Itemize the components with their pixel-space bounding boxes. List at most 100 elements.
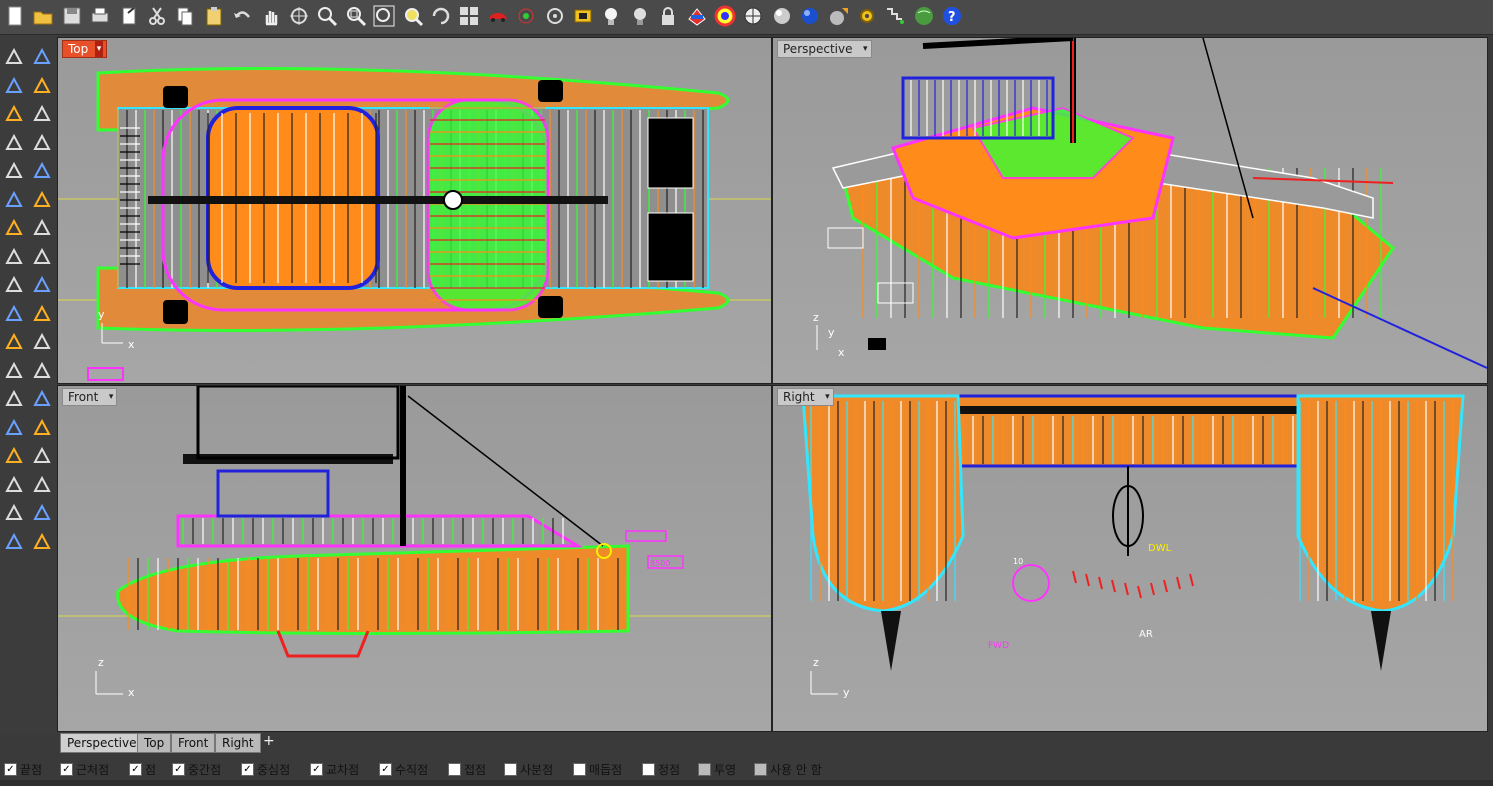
zoom-selected-icon[interactable] [400, 3, 426, 29]
viewport-label-perspective[interactable]: Perspective ▾ [777, 40, 872, 58]
extrude-icon[interactable] [30, 188, 54, 212]
viewport-label-right[interactable]: Right ▾ [777, 388, 834, 406]
osnap-checkbox[interactable]: ✓ [241, 762, 254, 776]
material-icon[interactable] [684, 3, 710, 29]
osnap-8[interactable]: 사분점 [504, 761, 553, 777]
osnap-9[interactable]: 매듭점 [573, 761, 622, 777]
chevron-down-icon[interactable]: ▾ [109, 389, 114, 405]
fillet-edge-icon[interactable] [30, 359, 54, 383]
color-wheel-icon[interactable] [712, 3, 738, 29]
polyline-icon[interactable] [2, 74, 26, 98]
osnap-6[interactable]: ✓ 수직점 [379, 761, 428, 777]
osnap-3[interactable]: ✓ 중간점 [172, 761, 221, 777]
osnap-checkbox[interactable] [754, 762, 767, 776]
pencil-icon[interactable] [30, 416, 54, 440]
osnap-checkbox[interactable]: ✓ [60, 762, 73, 776]
boolean-icon[interactable] [2, 330, 26, 354]
zoom-icon[interactable] [314, 3, 340, 29]
zoom-extents-icon[interactable] [371, 3, 397, 29]
sphere-tool-icon[interactable] [30, 216, 54, 240]
light-off-icon[interactable] [627, 3, 653, 29]
save-icon[interactable] [59, 3, 85, 29]
osnap-checkbox[interactable]: ✓ [310, 762, 323, 776]
chevron-down-icon[interactable]: ▾ [825, 389, 830, 405]
sphere-icon[interactable] [740, 3, 766, 29]
split-icon[interactable] [2, 302, 26, 326]
light-on-icon[interactable] [598, 3, 624, 29]
select-icon[interactable] [2, 45, 26, 69]
circle-point-icon[interactable] [542, 3, 568, 29]
plane-icon[interactable] [30, 245, 54, 269]
zoom-window-icon[interactable] [343, 3, 369, 29]
osnap-4[interactable]: ✓ 중심점 [241, 761, 290, 777]
osnap-checkbox[interactable] [504, 762, 517, 776]
osnap-checkbox[interactable]: ✓ [129, 762, 142, 776]
rectangle-icon[interactable] [30, 131, 54, 155]
undo-icon[interactable] [229, 3, 255, 29]
osnap-checkbox[interactable]: ✓ [379, 762, 392, 776]
pan-icon[interactable] [258, 3, 284, 29]
print-icon[interactable] [87, 3, 113, 29]
curve-icon[interactable] [30, 159, 54, 183]
point-tool-icon[interactable] [30, 45, 54, 69]
copy-icon[interactable] [172, 3, 198, 29]
railing-icon[interactable] [30, 444, 54, 468]
array-icon[interactable] [2, 416, 26, 440]
viewport-top[interactable]: y x Top ▾ [57, 37, 772, 384]
layer-icon[interactable] [2, 501, 26, 525]
settings-icon[interactable] [854, 3, 880, 29]
grid-array-icon[interactable] [2, 473, 26, 497]
osnap-10[interactable]: 정점 [642, 761, 680, 777]
tab-top[interactable]: Top [137, 733, 172, 753]
fillet-icon[interactable] [2, 359, 26, 383]
osnap-checkbox[interactable]: ✓ [4, 762, 17, 776]
sphere-shaded-icon[interactable] [769, 3, 795, 29]
osnap-checkbox[interactable] [573, 762, 586, 776]
arc-point-icon[interactable] [30, 102, 54, 126]
tab-front[interactable]: Front [171, 733, 216, 753]
point-icon[interactable] [513, 3, 539, 29]
line-icon[interactable] [30, 74, 54, 98]
help-icon[interactable]: ? [939, 3, 965, 29]
tab-perspective[interactable]: Perspective [60, 733, 144, 753]
car-icon[interactable] [485, 3, 511, 29]
globe-icon[interactable] [911, 3, 937, 29]
check-icon[interactable] [30, 501, 54, 525]
rotate-icon[interactable] [428, 3, 454, 29]
surface-icon[interactable] [2, 188, 26, 212]
group-icon[interactable] [30, 330, 54, 354]
analyze-icon[interactable] [30, 473, 54, 497]
osnap-checkbox[interactable] [642, 762, 655, 776]
chevron-down-icon[interactable]: ▾ [863, 41, 868, 57]
render-tool-icon[interactable] [30, 530, 54, 554]
viewport-front[interactable]: 8500 z x Front ▾ [57, 385, 772, 732]
osnap-7[interactable]: 접점 [448, 761, 486, 777]
new-icon[interactable] [2, 3, 28, 29]
viewport-label-top[interactable]: Top ▾ [62, 40, 108, 58]
viewport-perspective[interactable]: z x y Perspective ▾ [772, 37, 1488, 384]
osnap-12[interactable]: 사용 안 함 [754, 761, 822, 777]
grid-snap-icon[interactable] [882, 3, 908, 29]
lock-icon[interactable] [655, 3, 681, 29]
osnap-11[interactable]: 투영 [698, 761, 736, 777]
cut-icon[interactable] [144, 3, 170, 29]
rotate-view-icon[interactable] [286, 3, 312, 29]
circle-icon[interactable] [2, 102, 26, 126]
sphere-blue-icon[interactable] [797, 3, 823, 29]
render-icon[interactable] [826, 3, 852, 29]
viewport-right[interactable]: DWL FWD AR 10 z y Right ▾ [772, 385, 1488, 732]
explode-icon[interactable] [2, 273, 26, 297]
tab-right[interactable]: Right [215, 733, 261, 753]
osnap-0[interactable]: ✓ 끝점 [4, 761, 42, 777]
osnap-1[interactable]: ✓ 근처점 [60, 761, 109, 777]
viewport-label-front[interactable]: Front ▾ [62, 388, 118, 406]
export-icon[interactable] [116, 3, 142, 29]
osnap-2[interactable]: ✓ 점 [129, 761, 156, 777]
osnap-checkbox[interactable] [698, 762, 711, 776]
snap-icon[interactable] [570, 3, 596, 29]
mesh-icon[interactable] [2, 530, 26, 554]
ellipse-icon[interactable] [2, 159, 26, 183]
trim-icon[interactable] [30, 302, 54, 326]
open-icon[interactable] [30, 3, 56, 29]
four-viewports-icon[interactable] [456, 3, 482, 29]
